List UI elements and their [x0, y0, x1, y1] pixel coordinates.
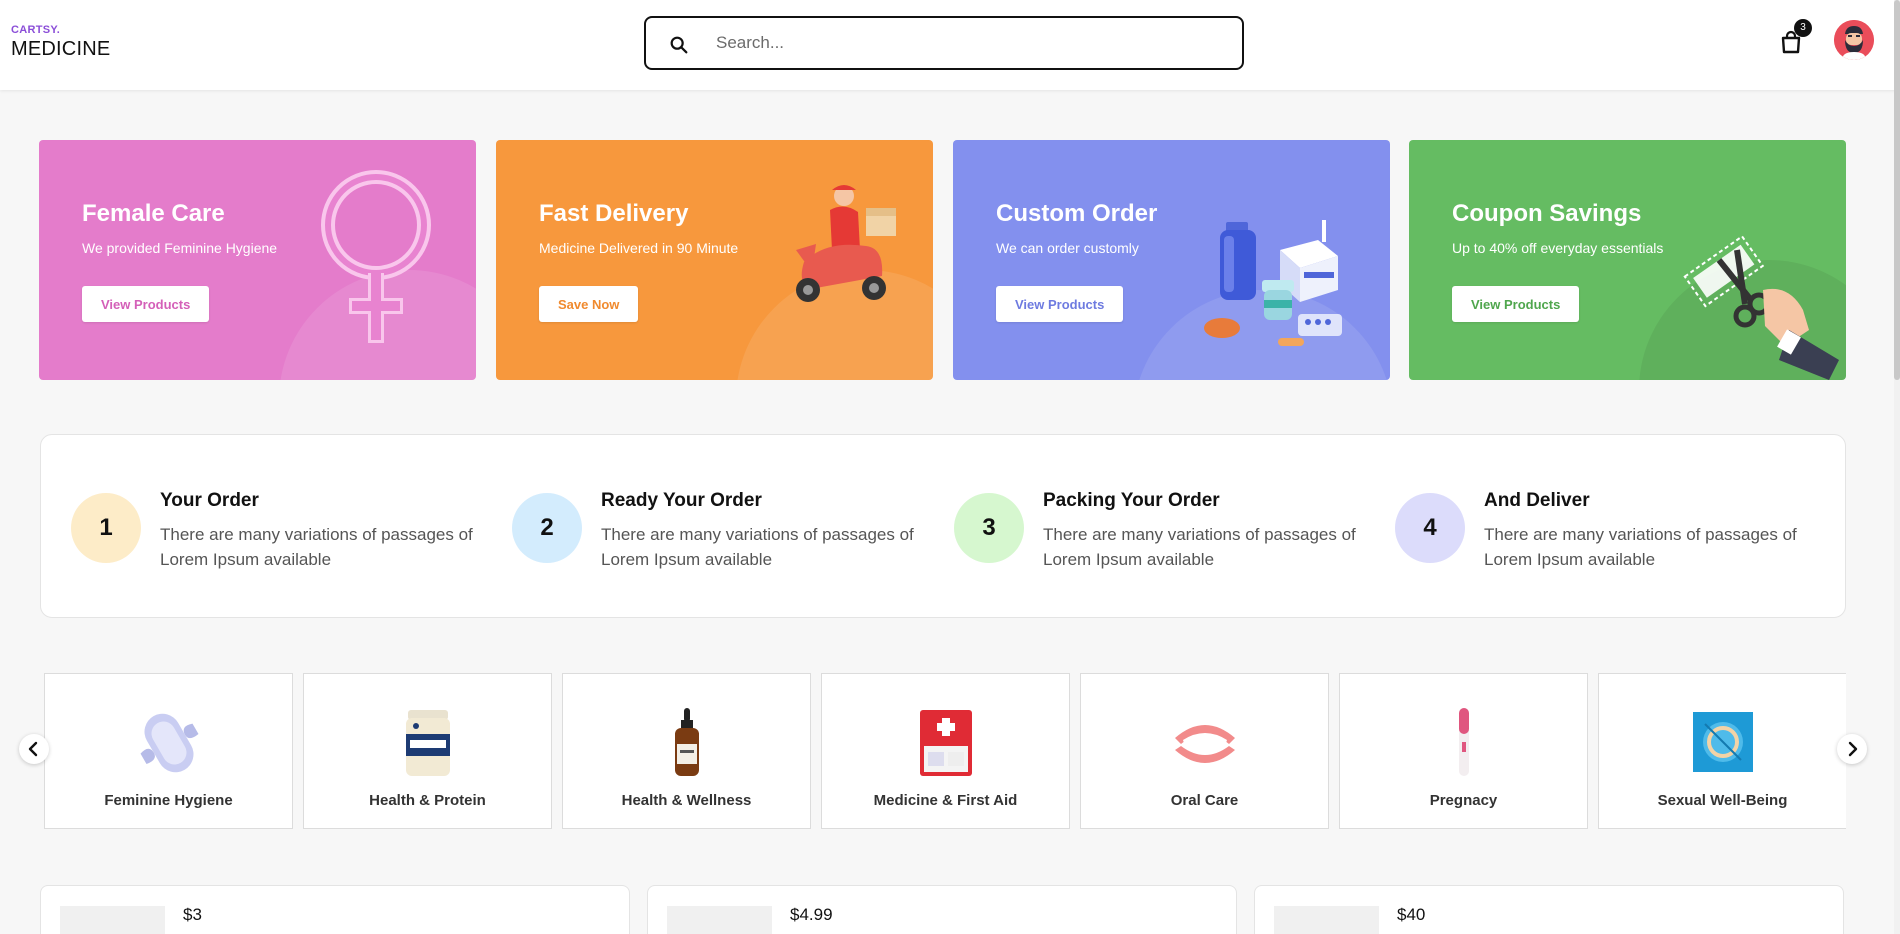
carousel-next-button[interactable]: [1837, 734, 1867, 764]
sanitary-pad-icon: [140, 713, 199, 773]
save-now-button[interactable]: Save Now: [539, 286, 639, 322]
condom-pack-icon: [1693, 712, 1753, 772]
category-label: Medicine & First Aid: [873, 792, 1018, 809]
step-number: 4: [1395, 493, 1465, 563]
logo-brand: CARTSY.: [11, 24, 61, 36]
promo-card-custom-order: Custom Order We can order customly View …: [953, 140, 1390, 380]
step-number: 2: [512, 493, 582, 563]
category-label: Pregnacy: [1429, 792, 1498, 809]
logo[interactable]: CARTSY. MEDICINE: [11, 24, 110, 60]
category-label: Feminine Hygiene: [104, 792, 233, 809]
promo-title: Coupon Savings: [1452, 200, 1642, 227]
avatar-illustration: [1834, 20, 1874, 60]
chevron-left-icon: [28, 741, 38, 757]
top-header: CARTSY. MEDICINE 3: [0, 0, 1900, 90]
category-label: Oral Care: [1170, 792, 1239, 809]
category-feminine-hygiene[interactable]: Feminine Hygiene: [44, 673, 293, 829]
coupon-scissors-icon: [1683, 235, 1839, 380]
promo-card-fast-delivery: Fast Delivery Medicine Delivered in 90 M…: [496, 140, 933, 380]
category-pregnancy[interactable]: Pregnacy: [1339, 673, 1588, 829]
category-label: Sexual Well-Being: [1657, 792, 1788, 809]
step-title: And Deliver: [1484, 490, 1590, 511]
search-icon: [670, 36, 688, 54]
carousel-prev-button[interactable]: [19, 734, 49, 764]
promo-card-coupon-savings: Coupon Savings Up to 40% off everyday es…: [1409, 140, 1846, 380]
step-description: There are many variations of passages of…: [1484, 525, 1797, 569]
search-input[interactable]: [716, 26, 1216, 60]
category-sexual-well-being[interactable]: Sexual Well-Being: [1598, 673, 1846, 829]
step-title: Packing Your Order: [1043, 490, 1220, 511]
cart-count-badge: 3: [1794, 19, 1812, 37]
chevron-right-icon: [1848, 741, 1858, 757]
step-packing-your-order: 3 Packing Your Order There are many vari…: [954, 490, 1374, 580]
category-medicine-first-aid[interactable]: Medicine & First Aid: [821, 673, 1070, 829]
promo-subtitle: Up to 40% off everyday essentials: [1452, 240, 1664, 256]
medicine-bottles-icon: [1204, 220, 1342, 346]
promo-subtitle: Medicine Delivered in 90 Minute: [539, 240, 739, 256]
step-your-order: 1 Your Order There are many variations o…: [71, 490, 491, 580]
product-price: $40: [1397, 905, 1426, 924]
page-scrollbar[interactable]: [1894, 0, 1900, 934]
product-thumbnail: [667, 906, 772, 934]
product-card[interactable]: $3: [40, 885, 630, 934]
view-products-button[interactable]: View Products: [996, 286, 1124, 322]
protein-jar-icon: [406, 710, 450, 776]
promo-title: Custom Order: [996, 200, 1158, 227]
step-ready-your-order: 2 Ready Your Order There are many variat…: [512, 490, 932, 580]
step-title: Your Order: [160, 490, 259, 511]
category-carousel: Feminine Hygiene Health & Protein Health…: [44, 673, 1846, 829]
first-aid-kit-icon: [920, 710, 972, 776]
category-health-wellness[interactable]: Health & Wellness: [562, 673, 811, 829]
female-symbol-icon: [321, 170, 431, 343]
step-number: 1: [71, 493, 141, 563]
promo-title: Fast Delivery: [539, 200, 689, 227]
category-label: Health & Wellness: [621, 792, 752, 809]
step-number: 3: [954, 493, 1024, 563]
order-steps-panel: 1 Your Order There are many variations o…: [40, 434, 1846, 618]
search-box[interactable]: [644, 16, 1244, 70]
product-card[interactable]: $4.99: [647, 885, 1237, 934]
category-label: Health & Protein: [369, 792, 486, 809]
view-products-button[interactable]: View Products: [82, 286, 210, 322]
product-thumbnail: [1274, 906, 1379, 934]
promo-card-female-care: Female Care We provided Feminine Hygiene…: [39, 140, 476, 380]
step-and-deliver: 4 And Deliver There are many variations …: [1395, 490, 1815, 580]
dentures-icon: [1175, 725, 1235, 763]
promo-subtitle: We can order customly: [996, 240, 1139, 256]
step-description: There are many variations of passages of…: [160, 525, 473, 569]
category-oral-care[interactable]: Oral Care: [1080, 673, 1329, 829]
product-price: $3: [183, 905, 202, 924]
category-health-protein[interactable]: Health & Protein: [303, 673, 552, 829]
logo-title: MEDICINE: [11, 38, 111, 60]
product-price: $4.99: [790, 905, 833, 924]
step-description: There are many variations of passages of…: [601, 525, 914, 569]
dropper-bottle-icon: [675, 708, 699, 776]
scrollbar-thumb[interactable]: [1894, 0, 1900, 380]
promo-title: Female Care: [82, 200, 225, 227]
avatar[interactable]: [1834, 20, 1874, 60]
view-products-button[interactable]: View Products: [1452, 286, 1580, 322]
step-title: Ready Your Order: [601, 490, 762, 511]
product-card[interactable]: $40: [1254, 885, 1844, 934]
promo-subtitle: We provided Feminine Hygiene: [82, 240, 278, 256]
pregnancy-test-icon: [1459, 708, 1469, 776]
delivery-scooter-icon: [796, 185, 896, 302]
step-description: There are many variations of passages of…: [1043, 525, 1356, 569]
product-thumbnail: [60, 906, 165, 934]
